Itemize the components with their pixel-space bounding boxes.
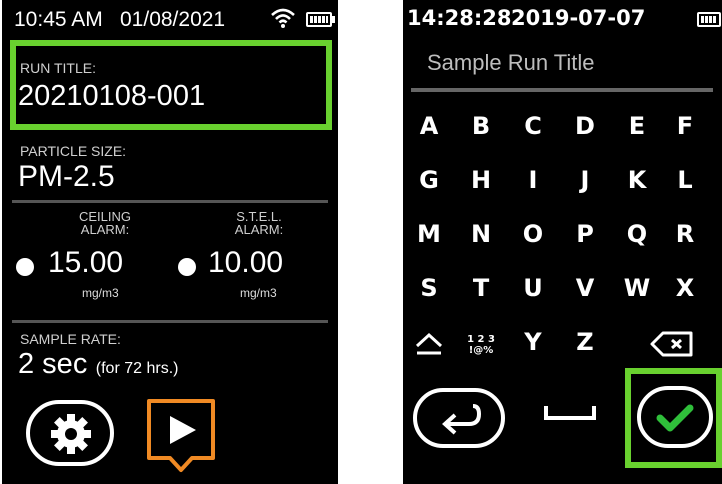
- settings-button[interactable]: [26, 400, 114, 466]
- wifi-icon: [270, 7, 296, 35]
- status-date: 01/08/2021: [120, 8, 226, 31]
- sample-rate-note: (for 72 hrs.): [95, 360, 179, 377]
- key-h[interactable]: H: [461, 160, 501, 200]
- key-u[interactable]: U: [513, 268, 553, 308]
- key-g[interactable]: G: [409, 160, 449, 200]
- key-k[interactable]: K: [617, 160, 657, 200]
- key-r[interactable]: R: [665, 214, 705, 254]
- device-screen-main: 10:45 AM 01/08/2021 RUN TITLE: 20210108-…: [0, 0, 338, 484]
- play-icon: [170, 416, 196, 444]
- run-title-value[interactable]: 20210108-001: [18, 80, 205, 113]
- stel-alarm-value[interactable]: 10.00: [208, 246, 283, 280]
- shift-icon[interactable]: [413, 330, 445, 356]
- stel-alarm-label: S.T.E.L. ALARM:: [214, 210, 304, 236]
- ceiling-alarm-value[interactable]: 15.00: [48, 246, 123, 280]
- key-y[interactable]: Y: [513, 322, 553, 362]
- gear-icon: [51, 414, 91, 454]
- sample-rate-value: 2 sec: [18, 348, 88, 380]
- key-a[interactable]: A: [409, 106, 449, 146]
- start-run-button[interactable]: [146, 398, 216, 474]
- input-underline: [411, 88, 713, 92]
- ceiling-alarm-label: CEILING ALARM:: [60, 210, 150, 236]
- particle-size-value[interactable]: PM-2.5: [18, 160, 115, 194]
- symbols-key[interactable]: 1 2 3 !@%: [461, 326, 501, 366]
- space-icon[interactable]: [543, 402, 597, 424]
- battery-icon: [306, 12, 335, 27]
- stel-alarm-label-line2: ALARM:: [234, 222, 284, 237]
- stel-alarm-unit: mg/m3: [240, 286, 277, 300]
- status-bar: 10:45 AM 01/08/2021: [2, 0, 338, 36]
- key-v[interactable]: V: [565, 268, 605, 308]
- status-time: 10:45 AM: [14, 8, 103, 31]
- symbols-key-numbers: 1 2 3: [467, 334, 495, 345]
- confirm-highlight: [625, 368, 722, 468]
- key-i[interactable]: I: [513, 160, 553, 200]
- key-o[interactable]: O: [513, 214, 553, 254]
- symbols-key-symbols: !@%: [468, 345, 494, 356]
- confirm-button[interactable]: [637, 386, 713, 448]
- key-c[interactable]: C: [513, 106, 553, 146]
- divider: [12, 320, 328, 323]
- ceiling-alarm-indicator: [16, 258, 34, 276]
- key-s[interactable]: S: [409, 268, 449, 308]
- key-x[interactable]: X: [665, 268, 705, 308]
- key-z[interactable]: Z: [565, 322, 605, 362]
- status-date: 2019-07-07: [511, 6, 646, 30]
- status-time: 14:28:28: [407, 6, 512, 30]
- particle-size-label: PARTICLE SIZE:: [20, 143, 127, 159]
- ceiling-alarm-label-line2: ALARM:: [80, 222, 130, 237]
- ceiling-alarm-unit: mg/m3: [82, 286, 119, 300]
- key-n[interactable]: N: [461, 214, 501, 254]
- key-p[interactable]: P: [565, 214, 605, 254]
- key-t[interactable]: T: [461, 268, 501, 308]
- key-e[interactable]: E: [617, 106, 657, 146]
- stel-alarm-indicator: [178, 258, 196, 276]
- battery-icon: [697, 12, 721, 27]
- run-title-input[interactable]: Sample Run Title: [427, 50, 595, 76]
- key-w[interactable]: W: [617, 268, 657, 308]
- key-q[interactable]: Q: [617, 214, 657, 254]
- key-m[interactable]: M: [409, 214, 449, 254]
- checkmark-icon: [656, 404, 694, 432]
- key-f[interactable]: F: [665, 106, 705, 146]
- backspace-icon[interactable]: [649, 330, 695, 358]
- divider: [12, 200, 328, 203]
- enter-icon: [442, 404, 482, 435]
- sample-rate-label: SAMPLE RATE:: [20, 331, 121, 347]
- device-screen-keyboard: 14:28:28 2019-07-07 Sample Run Title A B…: [403, 0, 722, 484]
- run-title-label: RUN TITLE:: [20, 60, 96, 76]
- sample-rate-value-group[interactable]: 2 sec (for 72 hrs.): [18, 348, 178, 381]
- key-b[interactable]: B: [461, 106, 501, 146]
- key-j[interactable]: J: [565, 160, 605, 200]
- enter-button[interactable]: [413, 388, 505, 448]
- status-bar: 14:28:28 2019-07-07: [403, 0, 722, 36]
- key-l[interactable]: L: [665, 160, 705, 200]
- key-d[interactable]: D: [565, 106, 605, 146]
